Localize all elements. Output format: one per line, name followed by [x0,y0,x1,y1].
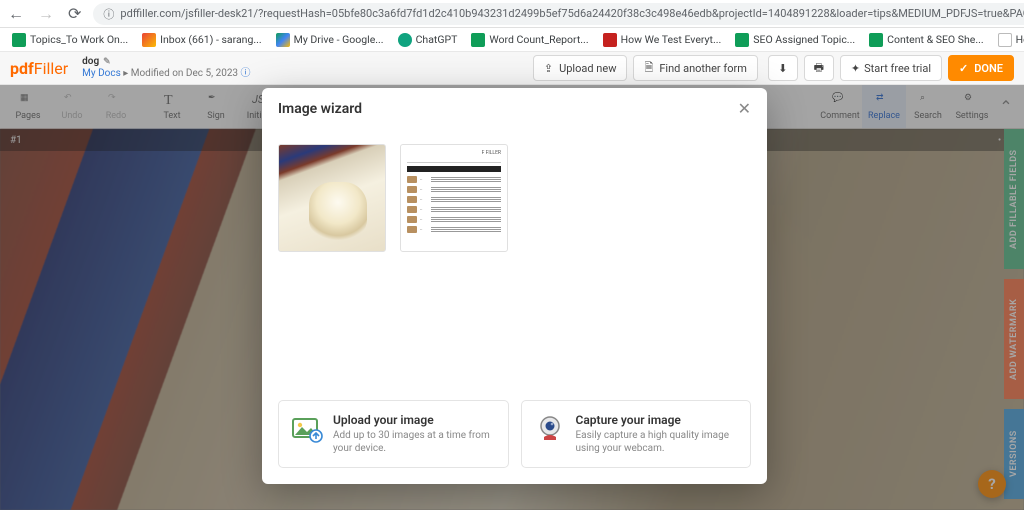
pcmag-icon [603,33,617,47]
back-button[interactable]: ← [8,4,24,24]
check-icon: ✓ [959,62,968,75]
modal-title: Image wizard [278,101,362,117]
image-thumbnail[interactable] [278,144,386,252]
upload-card-subtitle: Add up to 30 images at a time from your … [333,429,496,455]
upload-image-icon [291,413,323,445]
modal-header: Image wizard ✕ [262,88,767,130]
start-free-trial-button[interactable]: ✦Start free trial [840,55,942,81]
upload-card-title: Upload your image [333,413,496,427]
document-icon: 🗎 [644,59,653,78]
bookmark-item[interactable]: SEO Assigned Topic... [731,31,859,49]
image-thumbnail[interactable]: F FILLER -- -- -- -- -- -- [400,144,508,252]
close-button[interactable]: ✕ [738,99,751,118]
upload-image-card[interactable]: Upload your image Add up to 30 images at… [278,400,509,468]
edit-title-icon[interactable]: ✎ [103,56,111,68]
sheets-icon [735,33,749,47]
bookmark-item[interactable]: Word Count_Report... [467,31,592,49]
capture-image-card[interactable]: Capture your image Easily capture a high… [521,400,752,468]
url-text: pdffiller.com/jsfiller-desk21/?requestHa… [120,7,1024,20]
capture-card-subtitle: Easily capture a high quality image usin… [576,429,739,455]
image-wizard-modal: Image wizard ✕ F FILLER -- -- -- -- -- -… [262,88,767,484]
pdffiller-logo[interactable]: pdfFiller [10,59,68,78]
app-header: pdfFiller dog ✎ My Docs ▸ Modified on De… [0,52,1024,85]
bookmark-item[interactable]: Content & SEO She... [865,31,988,49]
print-icon: 🖶 [814,59,824,78]
modal-footer: Upload your image Add up to 30 images at… [262,388,767,484]
document-title: dog [82,56,99,68]
doc-icon [998,33,1012,47]
reload-button[interactable]: ⟳ [68,4,81,24]
download-icon: ⬇ [778,62,787,75]
bookmark-item[interactable]: ChatGPT [394,31,462,49]
sheets-icon [471,33,485,47]
chatgpt-icon [398,33,412,47]
bookmark-item[interactable]: Inbox (661) - sarang... [138,31,266,49]
print-button[interactable]: 🖶 [804,55,834,81]
bookmark-item[interactable]: How to write in plai... [994,31,1024,49]
bookmark-item[interactable]: Topics_To Work On... [8,31,132,49]
capture-card-title: Capture your image [576,413,739,427]
upload-new-button[interactable]: ⇪Upload new [533,55,628,81]
done-button[interactable]: ✓DONE [948,55,1014,81]
site-info-icon[interactable]: ⓘ [103,6,114,22]
browser-chrome-bar: ← → ⟳ ⓘ pdffiller.com/jsfiller-desk21/?r… [0,0,1024,28]
modified-date: Modified on Dec 5, 2023 [131,68,238,79]
forward-button[interactable]: → [38,4,54,24]
star-icon: ✦ [851,62,860,75]
sheets-icon [12,33,26,47]
address-bar[interactable]: ⓘ pdffiller.com/jsfiller-desk21/?request… [93,3,1024,25]
nav-arrows: ← → ⟳ [8,4,81,24]
modal-body: F FILLER -- -- -- -- -- -- [262,130,767,388]
sheets-icon [869,33,883,47]
download-button[interactable]: ⬇ [768,55,798,81]
drive-icon [276,33,290,47]
webcam-icon [534,413,566,445]
upload-icon: ⇪ [544,62,553,75]
breadcrumb-link[interactable]: My Docs [82,68,121,79]
document-info: dog ✎ My Docs ▸ Modified on Dec 5, 2023 … [82,56,250,80]
gmail-icon [142,33,156,47]
info-icon[interactable]: ⓘ [241,68,251,79]
bookmark-item[interactable]: How We Test Everyt... [599,31,726,49]
find-form-button[interactable]: 🗎Find another form [633,55,757,81]
bookmarks-bar: Topics_To Work On... Inbox (661) - saran… [0,28,1024,52]
bookmark-item[interactable]: My Drive - Google... [272,31,388,49]
